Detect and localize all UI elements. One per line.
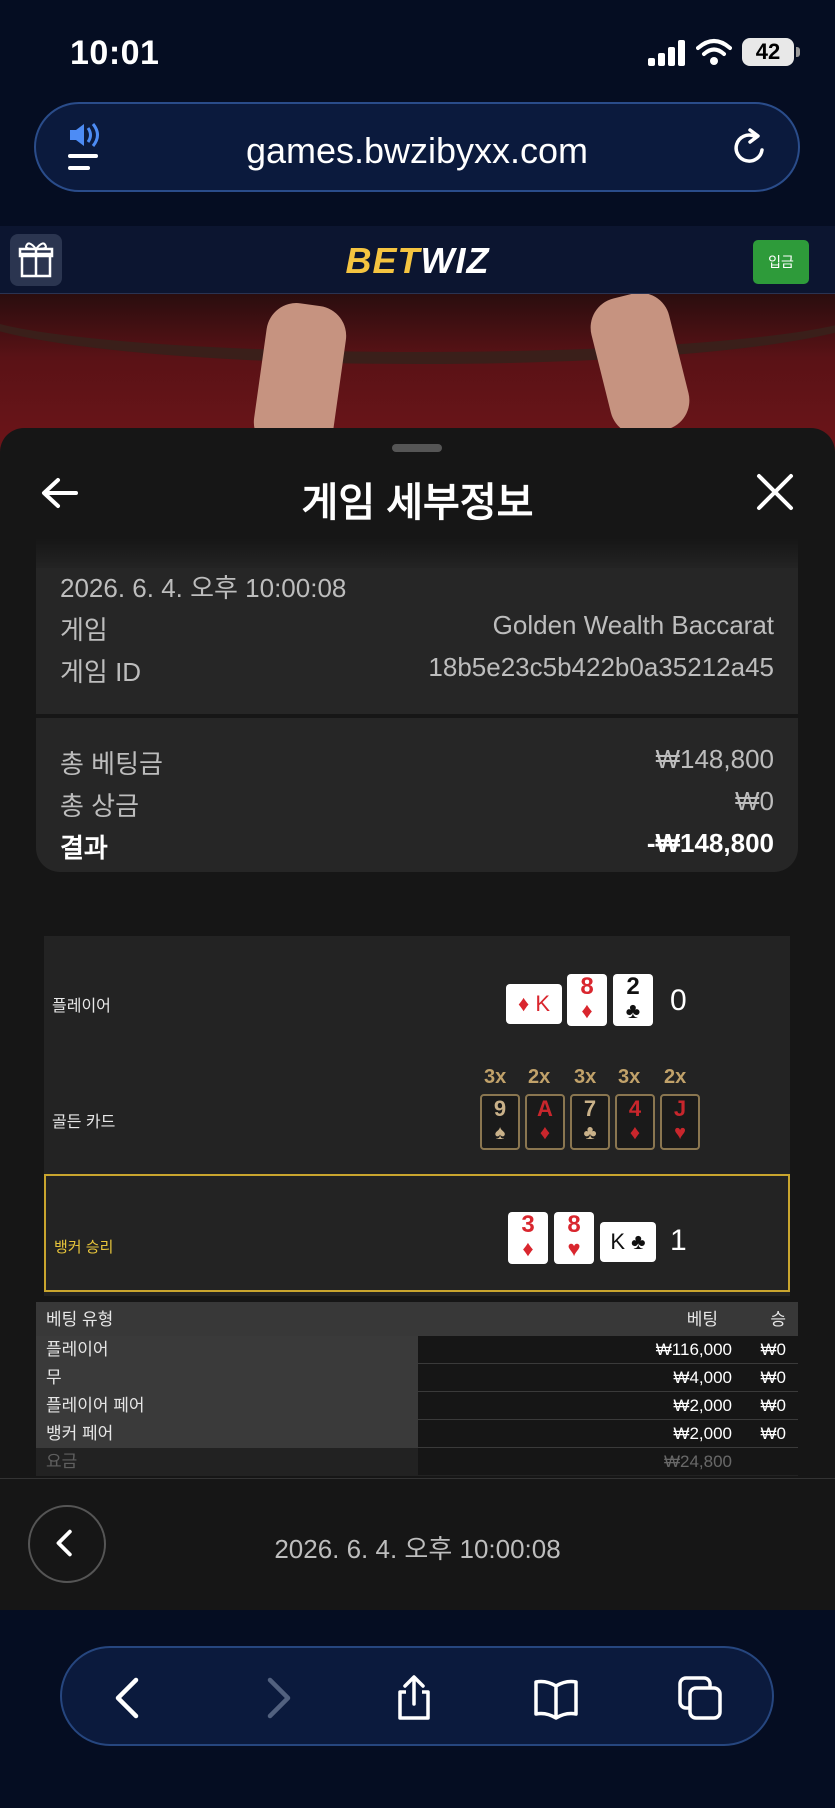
summary-card: 총 베팅금 ₩148,800 총 상금 ₩0 결과 -₩148,800 xyxy=(36,718,798,872)
table-row: 뱅커 페어 ₩2,000 ₩0 xyxy=(36,1420,798,1448)
game-details-sheet: 게임 세부정보 2026. 6. 4. 오후 10:00:08 게임 Golde… xyxy=(0,428,835,1610)
table-row: 요금 ₩24,800 xyxy=(36,1448,798,1476)
cellular-signal-icon xyxy=(648,40,686,66)
player-score: 0 xyxy=(670,984,687,1017)
header-bet-type: 베팅 유형 xyxy=(46,1310,114,1329)
sheet-title: 게임 세부정보 xyxy=(301,481,534,525)
sheet-footer: 2026. 6. 4. 오후 10:00:08 xyxy=(0,1478,835,1610)
table-row: 플레이어 ₩116,000 ₩0 xyxy=(36,1336,798,1364)
game-info-card: 2026. 6. 4. 오후 10:00:08 게임 Golden Wealth… xyxy=(36,568,798,714)
share-icon[interactable] xyxy=(390,1674,438,1722)
player-card-2: 2 ♣ xyxy=(613,974,653,1026)
url-text[interactable]: games.bwzibyxx.com xyxy=(36,130,798,172)
bet-table-header: 베팅 유형 베팅 승 xyxy=(36,1302,798,1336)
golden-card-label: 골든 카드 xyxy=(52,1114,116,1131)
golden-card-3: 7 ♣ xyxy=(570,1094,610,1150)
reload-icon[interactable] xyxy=(730,128,770,168)
logo-bet-text: BET xyxy=(345,240,421,281)
back-chevron-icon[interactable] xyxy=(104,1674,152,1722)
multiplier-5: 2x xyxy=(664,1066,687,1088)
site-header: BETWIZ 입금 xyxy=(0,226,835,294)
close-icon[interactable] xyxy=(755,472,795,512)
forward-chevron-icon[interactable] xyxy=(254,1674,302,1722)
banker-score: 1 xyxy=(670,1224,687,1257)
logo-wiz-text: WIZ xyxy=(420,240,490,281)
baccarat-result: 플레이어 ♦ K 8 ♦ 2 ♣ 0 골든 카드 3x 2x 3x 3x 2x … xyxy=(44,936,790,1296)
player-label: 플레이어 xyxy=(52,998,111,1015)
betwiz-logo[interactable]: BETWIZ xyxy=(0,240,835,282)
player-card-1: 8 ♦ xyxy=(567,974,607,1026)
player-third-card: ♦ K xyxy=(506,984,562,1024)
footer-datetime: 2026. 6. 4. 오후 10:00:08 xyxy=(274,1534,561,1564)
address-bar[interactable]: games.bwzibyxx.com xyxy=(34,102,800,192)
banker-card-2: 8 ♥ xyxy=(554,1212,594,1264)
golden-card-2: A ♦ xyxy=(525,1094,565,1150)
golden-card-4: 4 ♦ xyxy=(615,1094,655,1150)
multiplier-4: 3x xyxy=(618,1066,641,1088)
banker-card-1: 3 ♦ xyxy=(508,1212,548,1264)
wifi-icon xyxy=(696,39,732,65)
browser-toolbar xyxy=(60,1646,774,1746)
clock: 10:01 xyxy=(70,34,160,72)
banker-winner-box: 뱅커 승리 3 ♦ 8 ♥ K ♣ 1 xyxy=(44,1174,790,1292)
deposit-button[interactable]: 입금 xyxy=(753,240,809,284)
multiplier-2: 2x xyxy=(528,1066,551,1088)
tabs-icon[interactable] xyxy=(676,1674,724,1722)
multiplier-1: 3x xyxy=(484,1066,507,1088)
table-row: 무 ₩4,000 ₩0 xyxy=(36,1364,798,1392)
bookmarks-icon[interactable] xyxy=(532,1674,580,1722)
banker-third-card: K ♣ xyxy=(600,1222,656,1262)
golden-card-1: 9 ♠ xyxy=(480,1094,520,1150)
header-win: 승 xyxy=(770,1310,786,1329)
header-bet: 베팅 xyxy=(686,1310,718,1329)
sheet-grabber[interactable] xyxy=(392,444,442,452)
banker-win-label: 뱅커 승리 xyxy=(54,1239,114,1256)
table-row: 플레이어 페어 ₩2,000 ₩0 xyxy=(36,1392,798,1420)
status-bar: 10:01 42 xyxy=(0,0,835,100)
multiplier-3: 3x xyxy=(574,1066,597,1088)
battery-indicator: 42 xyxy=(742,38,800,66)
golden-card-5: J ♥ xyxy=(660,1094,700,1150)
